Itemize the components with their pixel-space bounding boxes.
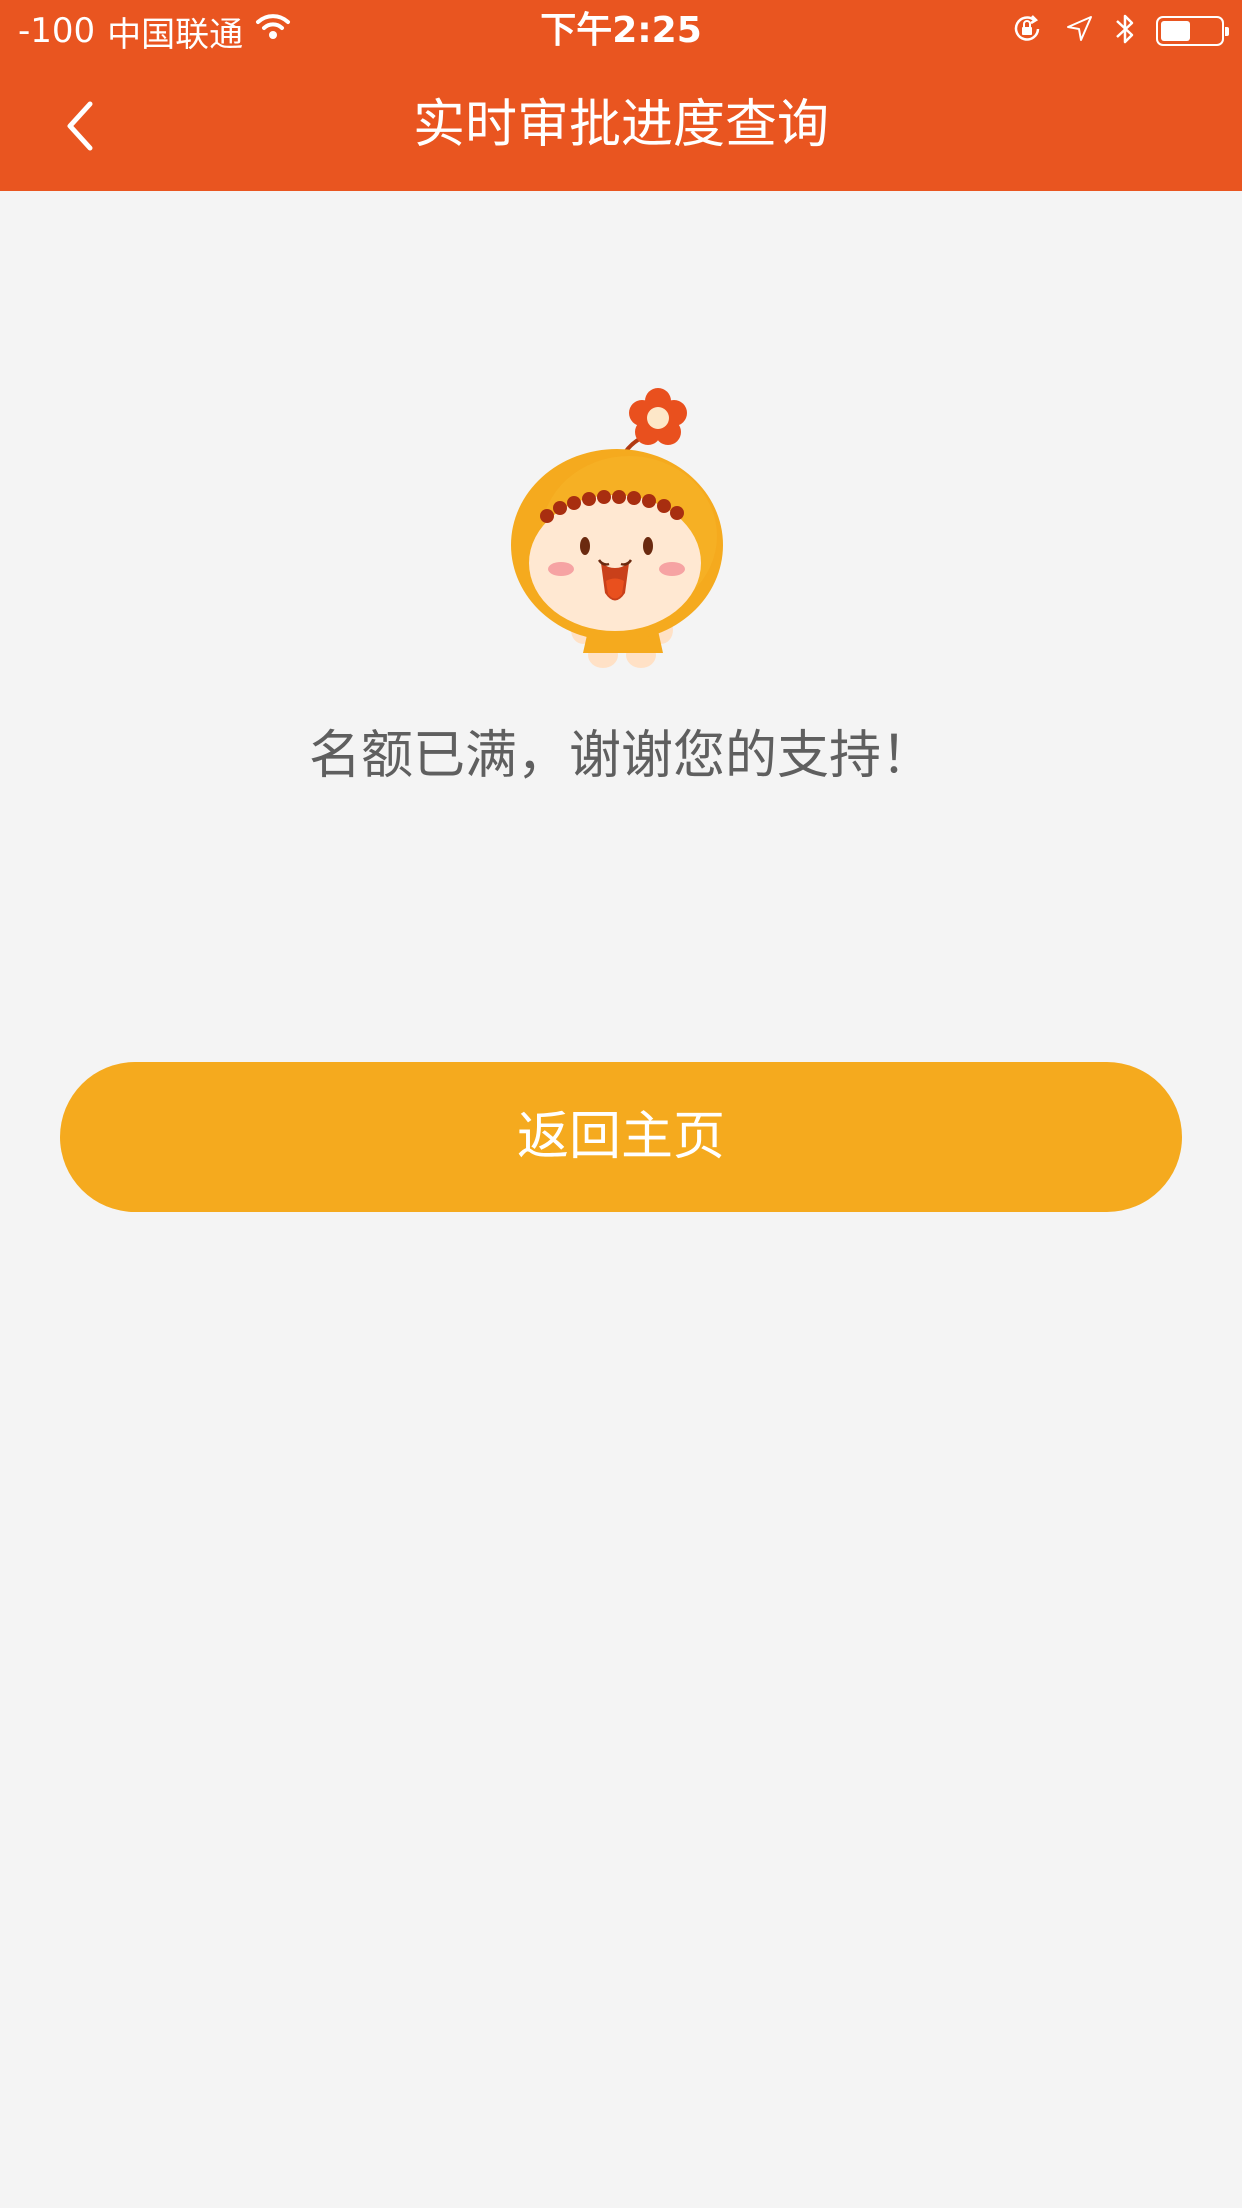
back-button[interactable] (40, 86, 120, 166)
battery-icon (1156, 16, 1229, 46)
rotation-lock-icon (1010, 12, 1044, 50)
bluetooth-icon (1114, 11, 1136, 51)
status-message: 名额已满，谢谢您的支持！ (308, 726, 933, 786)
main-content: 名额已满，谢谢您的支持！ 返回主页 (0, 191, 1242, 2208)
return-home-button[interactable]: 返回主页 (60, 1062, 1182, 1212)
battery-level (1161, 21, 1190, 41)
nav-bar: 实时审批进度查询 (0, 60, 1242, 191)
status-right (1010, 8, 1229, 54)
chevron-left-icon (67, 101, 93, 151)
app-header: -100 中国联通 下午2:25 实时审批进度查询 (0, 0, 1242, 191)
status-bar: -100 中国联通 下午2:25 (0, 0, 1242, 60)
location-arrow-icon (1064, 14, 1094, 48)
page-title: 实时审批进度查询 (412, 95, 829, 155)
mascot-illustration (505, 368, 745, 678)
